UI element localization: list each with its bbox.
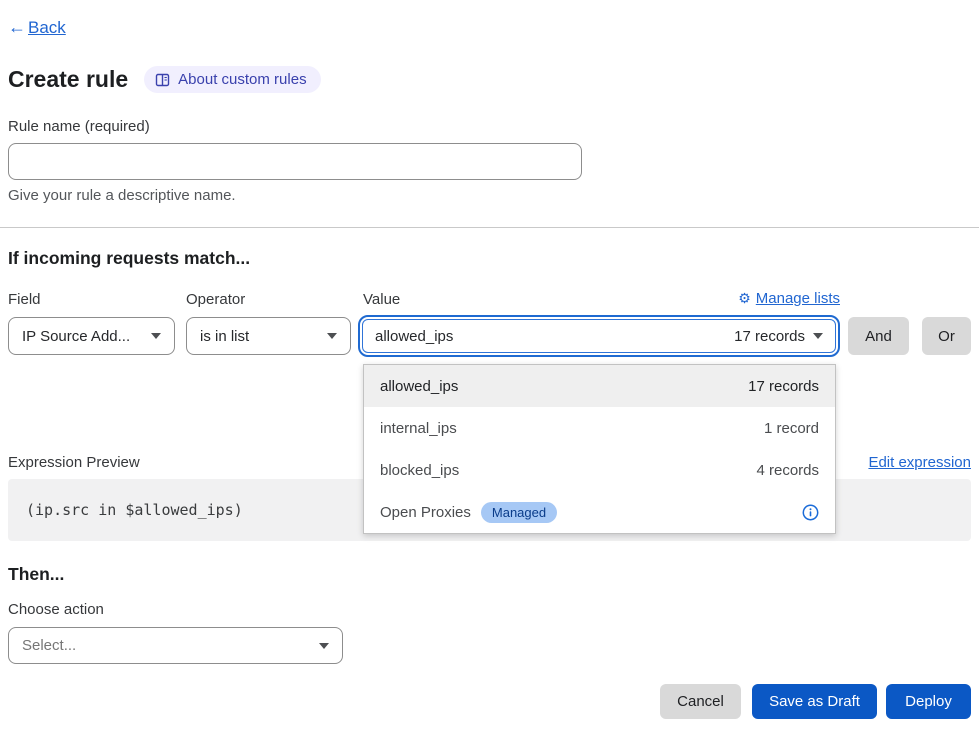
manage-lists-label: Manage lists [756, 290, 840, 307]
expression-code: (ip.src in $allowed_ips) [26, 501, 243, 519]
dropdown-option-name: Open Proxies [380, 504, 471, 521]
cancel-button[interactable]: Cancel [660, 684, 741, 719]
about-badge-label: About custom rules [178, 71, 306, 88]
back-arrow-icon: ← [8, 17, 26, 38]
manage-lists-link[interactable]: ⚙ Manage lists [729, 290, 840, 307]
chevron-down-icon [319, 643, 329, 649]
operator-select[interactable]: is in list [186, 317, 351, 355]
chevron-down-icon [151, 333, 161, 339]
chevron-down-icon [813, 333, 823, 339]
field-label: Field [8, 291, 41, 308]
value-dropdown-menu: allowed_ips 17 records internal_ips 1 re… [363, 364, 836, 534]
section-divider [0, 227, 979, 228]
dropdown-option-internal-ips[interactable]: internal_ips 1 record [364, 407, 835, 449]
rule-name-helper: Give your rule a descriptive name. [8, 187, 236, 204]
back-link-label: Back [28, 18, 66, 38]
info-icon[interactable] [802, 504, 819, 521]
managed-badge: Managed [481, 502, 557, 523]
operator-label: Operator [186, 291, 245, 308]
then-section-heading: Then... [8, 564, 64, 585]
dropdown-option-name: allowed_ips [380, 378, 458, 395]
dropdown-option-allowed-ips[interactable]: allowed_ips 17 records [364, 365, 835, 407]
dropdown-option-name: internal_ips [380, 420, 457, 437]
value-select[interactable]: allowed_ips 17 records [358, 315, 840, 357]
operator-select-value: is in list [200, 328, 249, 345]
choose-action-label: Choose action [8, 601, 104, 618]
gear-icon: ⚙ [738, 290, 751, 307]
or-button[interactable]: Or [922, 317, 971, 355]
action-select-placeholder: Select... [22, 637, 76, 654]
dropdown-option-meta: 17 records [748, 378, 819, 395]
deploy-button[interactable]: Deploy [886, 684, 971, 719]
expression-preview-label: Expression Preview [8, 454, 140, 471]
back-link[interactable]: ← Back [8, 17, 66, 38]
rule-name-input[interactable] [8, 143, 582, 180]
field-select[interactable]: IP Source Add... [8, 317, 175, 355]
field-select-value: IP Source Add... [22, 328, 130, 345]
dropdown-option-name: blocked_ips [380, 462, 459, 479]
chevron-down-icon [327, 333, 337, 339]
book-icon [155, 73, 170, 87]
dropdown-option-blocked-ips[interactable]: blocked_ips 4 records [364, 449, 835, 491]
value-select-inner: allowed_ips 17 records [362, 319, 836, 353]
about-custom-rules-link[interactable]: About custom rules [144, 66, 320, 93]
rule-name-label: Rule name (required) [8, 118, 150, 135]
dropdown-option-meta: 4 records [756, 462, 819, 479]
value-select-meta: 17 records [734, 328, 805, 345]
match-section-heading: If incoming requests match... [8, 248, 250, 269]
value-select-selected: allowed_ips [375, 328, 453, 345]
value-label: Value [363, 291, 400, 308]
action-select[interactable]: Select... [8, 627, 343, 664]
save-as-draft-button[interactable]: Save as Draft [752, 684, 877, 719]
page-title: Create rule [8, 66, 128, 93]
and-button[interactable]: And [848, 317, 909, 355]
dropdown-option-open-proxies[interactable]: Open Proxies Managed [364, 491, 835, 533]
create-rule-page: ← Back Create rule About custom rules Ru… [0, 0, 979, 739]
title-row: Create rule About custom rules [8, 66, 321, 93]
dropdown-option-meta: 1 record [764, 420, 819, 437]
edit-expression-link[interactable]: Edit expression [868, 454, 971, 471]
